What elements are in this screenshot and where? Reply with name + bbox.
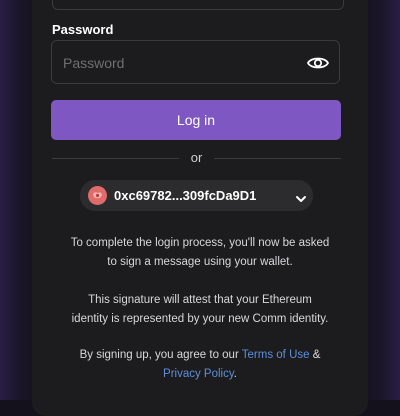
terms-line-2: Privacy Policy. xyxy=(40,365,360,384)
privacy-policy-link[interactable]: Privacy Policy xyxy=(163,368,234,380)
login-button[interactable]: Log in xyxy=(51,100,341,140)
background-left xyxy=(0,0,34,400)
login-process-text: To complete the login process, you'll no… xyxy=(40,234,360,272)
signature-line-2: identity is represented by your new Comm… xyxy=(71,313,329,325)
terms-prefix: By signing up, you agree to our xyxy=(79,349,242,361)
eye-icon[interactable] xyxy=(306,53,330,73)
login-process-line-1: To complete the login process, you'll no… xyxy=(70,237,330,249)
signature-text: This signature will attest that your Eth… xyxy=(40,291,360,329)
divider-line-right xyxy=(214,158,341,159)
password-placeholder: Password xyxy=(63,55,125,71)
password-label: Password xyxy=(52,22,114,37)
terms-suffix: . xyxy=(233,368,237,380)
or-divider: or xyxy=(52,149,341,167)
terms-line-1: By signing up, you agree to our Terms of… xyxy=(40,346,360,365)
signature-line-1: This signature will attest that your Eth… xyxy=(88,294,312,306)
wallet-avatar-icon xyxy=(88,186,107,205)
password-input[interactable]: Password xyxy=(51,40,340,84)
chevron-down-icon[interactable] xyxy=(295,191,307,202)
background-right xyxy=(366,0,400,400)
terms-and: & xyxy=(309,349,321,361)
wallet-selector[interactable]: 0xc69782...309fcDa9D1 xyxy=(80,180,313,211)
login-process-line-2: to sign a message using your wallet. xyxy=(107,256,293,268)
previous-input-field[interactable] xyxy=(52,0,344,10)
terms-of-use-link[interactable]: Terms of Use xyxy=(242,349,310,361)
terms-text: By signing up, you agree to our Terms of… xyxy=(40,346,360,384)
wallet-address: 0xc69782...309fcDa9D1 xyxy=(114,188,257,203)
